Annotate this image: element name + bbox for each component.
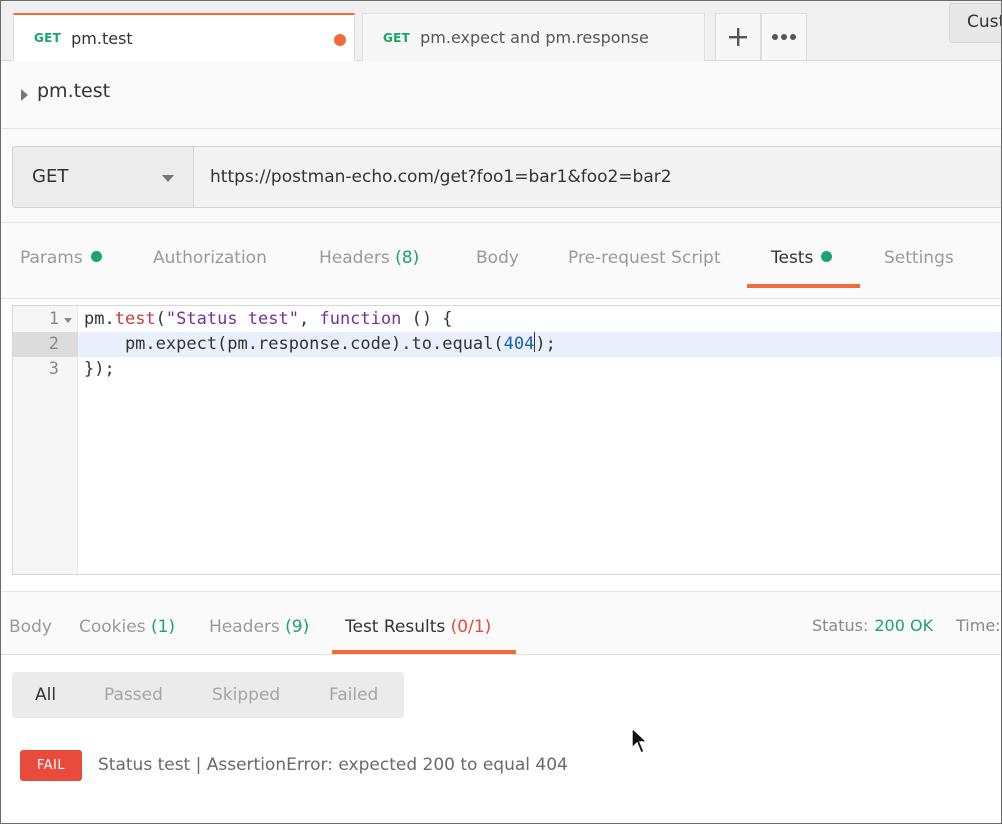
more-tabs-button[interactable] bbox=[761, 13, 807, 61]
expand-caret-icon[interactable] bbox=[21, 89, 28, 101]
response-tabs: Body Cookies (1) Headers (9) Test Result… bbox=[1, 591, 1001, 655]
unsaved-changes-dot-icon bbox=[334, 34, 346, 46]
response-time-label: Time: bbox=[956, 616, 1001, 635]
tab-body[interactable]: Body bbox=[476, 248, 519, 268]
filter-failed[interactable]: Failed bbox=[329, 685, 378, 705]
response-tab-cookies[interactable]: Cookies (1) bbox=[79, 617, 175, 637]
tab-headers[interactable]: Headers (8) bbox=[319, 248, 419, 268]
tab-body-label: Body bbox=[476, 248, 519, 268]
tab-params[interactable]: Params bbox=[20, 248, 102, 268]
code-text: pm.test("Status test", function () { bbox=[84, 309, 453, 329]
url-row: GET bbox=[1, 129, 1001, 223]
test-result-filters: All Passed Skipped Failed bbox=[12, 672, 404, 718]
tab-tests-label: Tests bbox=[771, 248, 814, 268]
tab-authorization[interactable]: Authorization bbox=[153, 248, 267, 268]
status-value: 200 OK bbox=[874, 616, 934, 635]
ellipsis-icon bbox=[772, 34, 796, 40]
code-line[interactable]: 3 }); bbox=[13, 357, 1001, 382]
tab-pm-expect[interactable]: GET pm.expect and pm.response bbox=[362, 13, 705, 61]
filter-skipped[interactable]: Skipped bbox=[212, 685, 280, 705]
fold-arrow-icon[interactable] bbox=[64, 318, 72, 323]
code-text: }); bbox=[84, 359, 115, 379]
filter-all[interactable]: All bbox=[35, 685, 56, 705]
response-tab-headers[interactable]: Headers (9) bbox=[209, 617, 309, 637]
line-number: 2 bbox=[48, 334, 59, 354]
tab-params-label: Params bbox=[20, 248, 83, 268]
url-input[interactable] bbox=[194, 146, 1001, 208]
active-tab-indicator bbox=[747, 284, 860, 288]
test-result-text: Status test | AssertionError: expected 2… bbox=[98, 755, 568, 775]
tab-strip: GET pm.test GET pm.expect and pm.respons… bbox=[1, 1, 1001, 61]
filter-passed[interactable]: Passed bbox=[104, 685, 163, 705]
tab-title: pm.expect and pm.response bbox=[420, 28, 649, 47]
fail-badge: FAIL bbox=[20, 750, 82, 781]
tab-settings[interactable]: Settings bbox=[884, 248, 954, 268]
tab-pm-test[interactable]: GET pm.test bbox=[13, 13, 355, 61]
chevron-down-icon bbox=[162, 175, 174, 182]
tests-indicator-dot-icon bbox=[821, 251, 833, 262]
code-line[interactable]: 1 pm.test("Status test", function () { bbox=[13, 307, 1001, 332]
tab-prerequest-label: Pre-request Script bbox=[568, 248, 721, 268]
tab-tests[interactable]: Tests bbox=[771, 248, 833, 268]
code-text: pm.expect(pm.response.code).to.equal(404… bbox=[84, 332, 556, 354]
app-window: GET pm.test GET pm.expect and pm.respons… bbox=[0, 0, 1002, 824]
plus-icon bbox=[729, 28, 747, 46]
line-number: 3 bbox=[48, 359, 59, 379]
mouse-pointer-icon bbox=[631, 727, 649, 754]
request-tabs: Params Authorization Headers (8) Body Pr… bbox=[1, 223, 1001, 299]
params-indicator-dot-icon bbox=[90, 251, 102, 262]
active-response-tab-indicator bbox=[332, 650, 516, 654]
tab-prerequest-script[interactable]: Pre-request Script bbox=[568, 248, 721, 268]
tab-title: pm.test bbox=[71, 28, 133, 48]
method-dropdown[interactable]: GET bbox=[12, 146, 194, 208]
request-name[interactable]: pm.test bbox=[37, 80, 110, 102]
response-status: Status: 200 OK bbox=[812, 616, 934, 635]
line-number: 1 bbox=[48, 309, 59, 329]
tab-headers-label: Headers bbox=[319, 248, 390, 268]
tab-headers-count: (8) bbox=[395, 248, 420, 268]
tab-settings-label: Settings bbox=[884, 248, 954, 268]
tab-method: GET bbox=[383, 30, 411, 45]
customize-button[interactable]: Cust bbox=[949, 3, 1001, 43]
response-tab-body[interactable]: Body bbox=[9, 617, 52, 637]
tab-method: GET bbox=[34, 31, 62, 45]
code-line-highlighted[interactable]: 2 pm.expect(pm.response.code).to.equal(4… bbox=[13, 332, 1001, 357]
tests-code-editor[interactable]: 1 pm.test("Status test", function () { 2… bbox=[12, 305, 1001, 575]
request-name-bar: pm.test bbox=[1, 61, 1001, 129]
new-tab-button[interactable] bbox=[715, 13, 761, 61]
response-tab-test-results[interactable]: Test Results (0/1) bbox=[345, 617, 491, 637]
test-result-row: FAIL Status test | AssertionError: expec… bbox=[20, 750, 720, 782]
method-dropdown-label: GET bbox=[32, 166, 69, 187]
tab-authorization-label: Authorization bbox=[153, 248, 267, 268]
